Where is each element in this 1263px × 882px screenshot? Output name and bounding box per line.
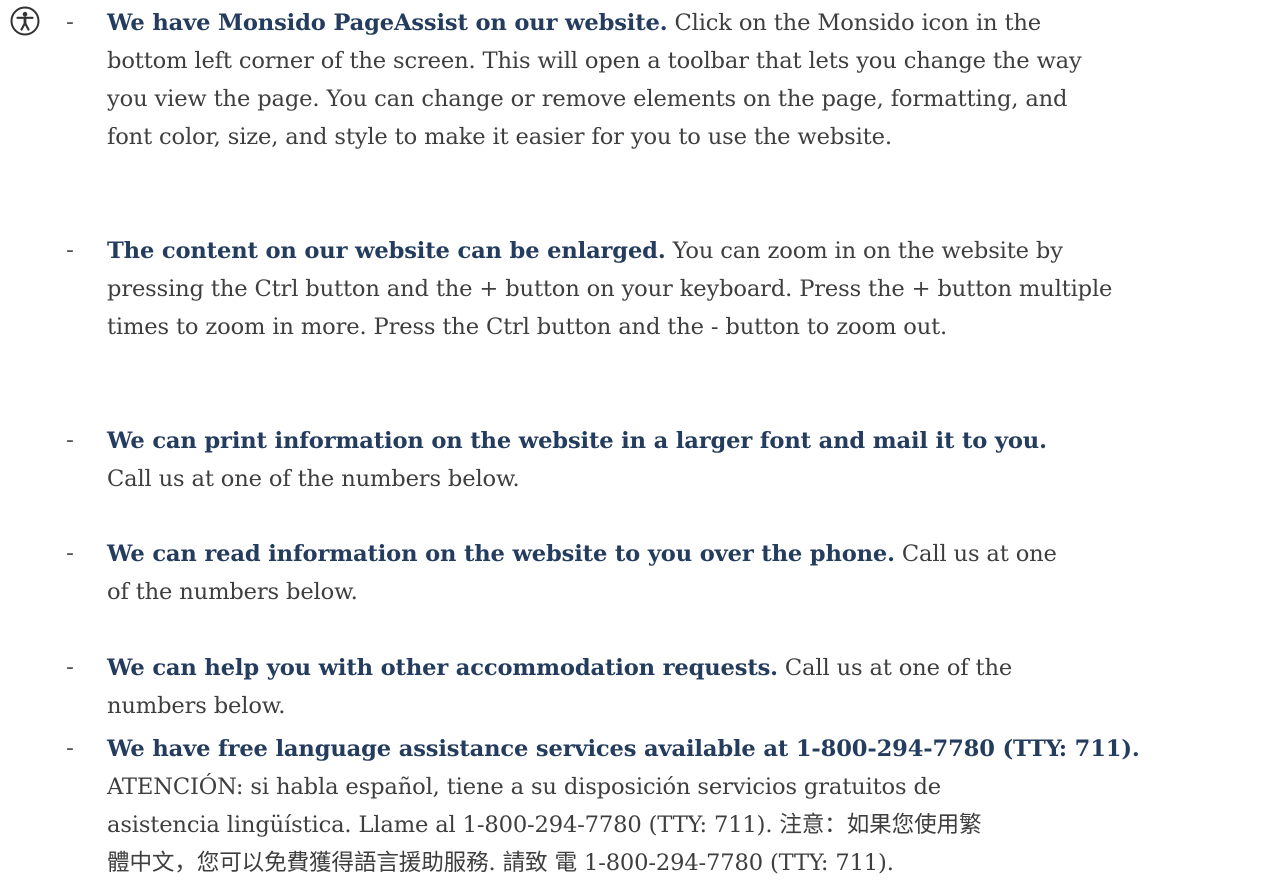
list-item-text: We can help you with other accommodation… bbox=[107, 649, 1247, 725]
list-item-line: Call us at one of the bbox=[777, 655, 1013, 681]
list-item-line: 體中文，您可以免費獲得語言援助服務. 請致 電 1-800-294-7780 (… bbox=[107, 850, 894, 876]
list-dash: - bbox=[66, 10, 74, 35]
list-item-lead: The content on our website can be enlarg… bbox=[107, 238, 666, 264]
list-dash: - bbox=[66, 736, 74, 761]
list-item-line: Click on the Monsido icon in the bbox=[667, 10, 1042, 36]
list-item-lead: We have free language assistance service… bbox=[107, 736, 1140, 762]
list-item-line: you view the page. You can change or rem… bbox=[107, 86, 1068, 112]
list-dash: - bbox=[66, 655, 74, 680]
list-dash: - bbox=[66, 238, 74, 263]
list-item-text: We have Monsido PageAssist on our websit… bbox=[107, 4, 1247, 156]
list-item-line: times to zoom in more. Press the Ctrl bu… bbox=[107, 314, 948, 340]
list-item-line: numbers below. bbox=[107, 693, 286, 719]
accessibility-icon[interactable] bbox=[10, 6, 40, 36]
list-item-line: Call us at one bbox=[894, 541, 1057, 567]
list-item-lead: We have Monsido PageAssist on our websit… bbox=[107, 10, 668, 36]
list-item-text: The content on our website can be enlarg… bbox=[107, 232, 1247, 346]
list-item-text: We have free language assistance service… bbox=[107, 730, 1247, 882]
list-dash: - bbox=[66, 428, 74, 453]
list-item-text: We can read information on the website t… bbox=[107, 535, 1247, 611]
list-item-line: bottom left corner of the screen. This w… bbox=[107, 48, 1082, 74]
list-item-line: pressing the Ctrl button and the + butto… bbox=[107, 276, 1113, 302]
list-item-lead: We can help you with other accommodation… bbox=[107, 655, 778, 681]
list-item-line: asistencia lingüística. Llame al 1-800-2… bbox=[107, 812, 982, 838]
list-item-lead: We can print information on the website … bbox=[107, 428, 1047, 454]
list-item-line: You can zoom in on the website by bbox=[665, 238, 1063, 264]
list-item-line: Call us at one of the numbers below. bbox=[107, 466, 520, 492]
list-item-line: ATENCIÓN: si habla español, tiene a su d… bbox=[107, 774, 942, 800]
list-item-lead: We can read information on the website t… bbox=[107, 541, 895, 567]
list-dash: - bbox=[66, 541, 74, 566]
list-item-line: font color, size, and style to make it e… bbox=[107, 124, 892, 150]
list-item-text: We can print information on the website … bbox=[107, 422, 1247, 498]
list-item-line: of the numbers below. bbox=[107, 579, 358, 605]
